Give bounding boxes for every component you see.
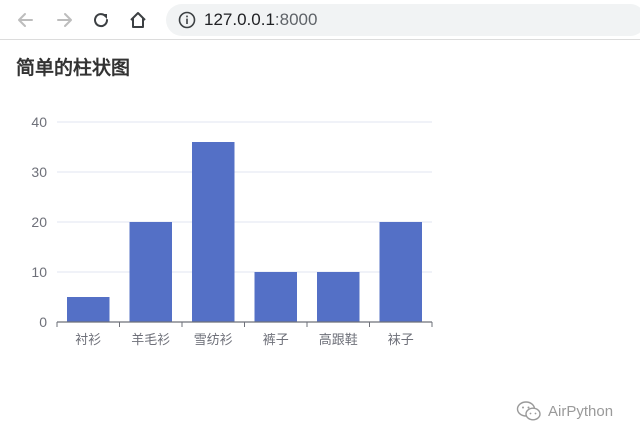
bar	[317, 272, 360, 322]
bar	[379, 222, 422, 322]
bar	[129, 222, 172, 322]
watermark-text: AirPython	[548, 402, 614, 420]
bar	[254, 272, 297, 322]
x-tick-label: 羊毛衫	[131, 332, 170, 348]
y-tick-label: 40	[31, 114, 47, 130]
wechat-icon	[516, 401, 541, 421]
y-tick-label: 10	[31, 264, 47, 280]
x-tick-label: 高跟鞋	[319, 332, 358, 348]
watermark: AirPython	[516, 400, 613, 422]
x-tick-label: 裤子	[263, 333, 289, 348]
x-tick-label: 雪纺衫	[194, 333, 233, 348]
y-tick-label: 30	[31, 164, 47, 180]
bar	[67, 297, 110, 322]
x-tick-label: 衬衫	[75, 333, 101, 348]
y-tick-label: 20	[31, 214, 47, 230]
bar-chart: 0 10 20 30 40 衬衫 羊毛衫 雪纺衫 裤子 高跟鞋 袜子	[31, 114, 433, 348]
y-tick-label: 0	[39, 314, 47, 330]
x-tick-label: 袜子	[388, 333, 414, 348]
bar	[192, 142, 235, 322]
